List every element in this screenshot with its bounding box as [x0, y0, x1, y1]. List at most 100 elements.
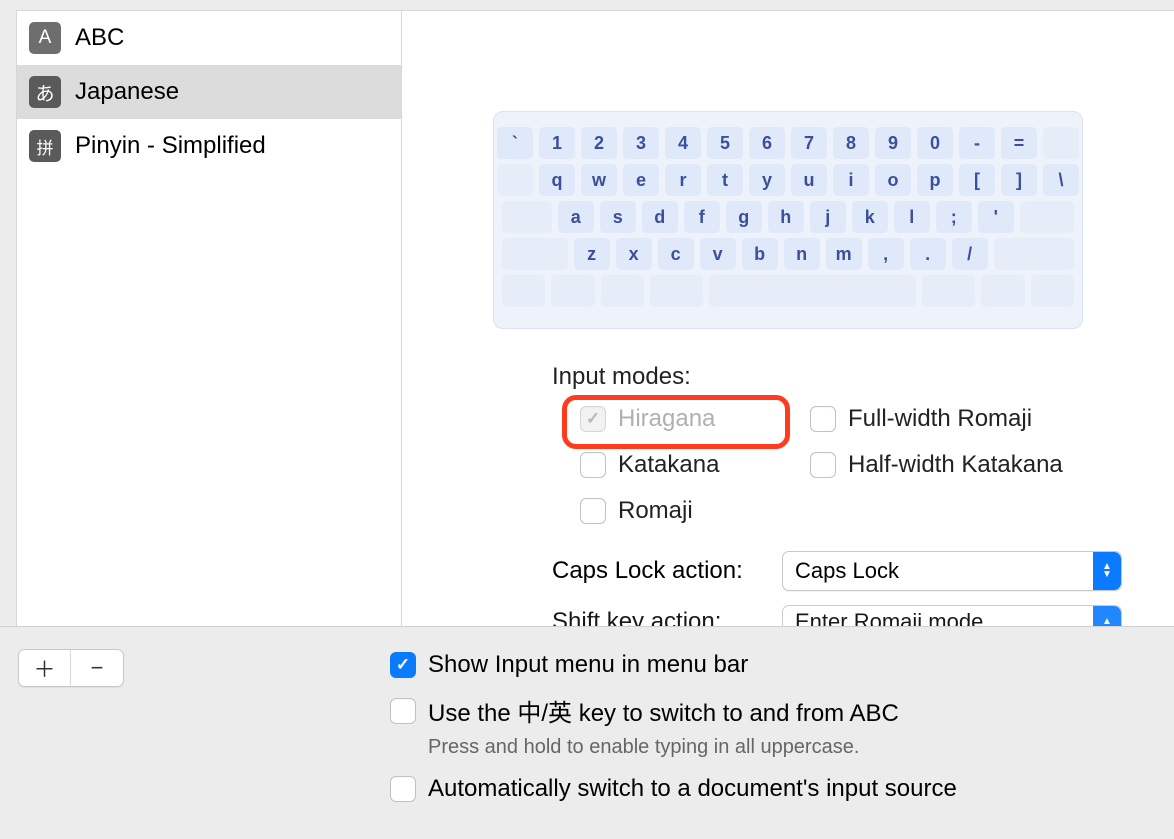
kb-key: w — [581, 164, 617, 196]
kb-key: k — [852, 201, 888, 233]
select-value: Caps Lock — [795, 558, 899, 584]
kb-key: n — [784, 238, 820, 270]
remove-button[interactable]: − — [71, 650, 123, 686]
add-button[interactable]: ＋ — [19, 650, 71, 686]
checkbox-auto-switch[interactable] — [390, 776, 416, 802]
checkbox-use-key[interactable] — [390, 698, 416, 724]
show-input-menu-row[interactable]: Show Input menu in menu bar — [390, 651, 1156, 679]
kb-key: . — [910, 238, 946, 270]
checkbox-halfwidth-katakana[interactable] — [810, 452, 836, 478]
kb-key: i — [833, 164, 869, 196]
kb-key: / — [952, 238, 988, 270]
kb-key: e — [623, 164, 659, 196]
kb-key-cmd — [650, 275, 703, 307]
kb-key: 5 — [707, 127, 743, 159]
mode-label: Romaji — [618, 497, 693, 525]
kb-key: - — [959, 127, 995, 159]
sidebar-item-japanese[interactable]: あ Japanese — [17, 65, 401, 119]
shiftkey-select[interactable]: Enter Romaji mode ▲ — [782, 605, 1122, 626]
kb-key: 8 — [833, 127, 869, 159]
kb-key: d — [642, 201, 678, 233]
kb-key-caps — [502, 201, 552, 233]
kb-key: t — [707, 164, 743, 196]
kb-key-arrow — [1031, 275, 1074, 307]
kb-key: ` — [497, 127, 533, 159]
input-source-list: A ABC あ Japanese 拼 Pinyin - Simplified — [16, 10, 402, 626]
kb-key: u — [791, 164, 827, 196]
kb-key: o — [875, 164, 911, 196]
option-label: Use the 中/英 key to switch to and from AB… — [428, 693, 899, 728]
kb-key: x — [616, 238, 652, 270]
mode-romaji-row[interactable]: Romaji — [580, 497, 810, 525]
kb-key: s — [600, 201, 636, 233]
checkbox-hiragana — [580, 406, 606, 432]
mode-label: Hiragana — [618, 405, 715, 433]
detail-pane: ` 1 2 3 4 5 6 7 8 9 0 - = q — [402, 10, 1174, 626]
kb-key: 9 — [875, 127, 911, 159]
use-key-row[interactable]: Use the 中/英 key to switch to and from AB… — [390, 693, 1156, 728]
kb-key: ; — [936, 201, 972, 233]
kb-key: \ — [1043, 164, 1079, 196]
kb-key-ctrl — [551, 275, 594, 307]
japanese-icon: あ — [29, 76, 61, 108]
mode-fullwidth-romaji-row[interactable]: Full-width Romaji — [810, 405, 1110, 433]
capslock-label: Caps Lock action: — [552, 557, 782, 585]
shiftkey-label: Shift key action: — [552, 608, 782, 626]
sidebar-item-label: Japanese — [75, 78, 179, 106]
mode-hiragana-row: Hiragana — [580, 405, 810, 433]
kb-key-backspace — [1043, 127, 1079, 159]
kb-key-opt — [601, 275, 644, 307]
option-label: Show Input menu in menu bar — [428, 651, 748, 679]
kb-key: 6 — [749, 127, 785, 159]
kb-key: a — [558, 201, 594, 233]
kb-key-tab — [497, 164, 533, 196]
auto-switch-row[interactable]: Automatically switch to a document's inp… — [390, 775, 1156, 803]
kb-key: z — [574, 238, 610, 270]
mode-katakana-row[interactable]: Katakana — [580, 451, 810, 479]
kb-key: 7 — [791, 127, 827, 159]
mode-halfwidth-katakana-row[interactable]: Half-width Katakana — [810, 451, 1110, 479]
sidebar-item-label: ABC — [75, 24, 124, 52]
checkbox-katakana[interactable] — [580, 452, 606, 478]
option-label: Automatically switch to a document's inp… — [428, 775, 957, 803]
kb-key: ] — [1001, 164, 1037, 196]
sidebar-item-label: Pinyin - Simplified — [75, 132, 266, 160]
checkbox-romaji[interactable] — [580, 498, 606, 524]
mode-label: Full-width Romaji — [848, 405, 1032, 433]
kb-key: l — [894, 201, 930, 233]
kb-key-shift — [502, 238, 568, 270]
kb-key: v — [700, 238, 736, 270]
keyboard-preview: ` 1 2 3 4 5 6 7 8 9 0 - = q — [493, 111, 1083, 329]
kb-key: p — [917, 164, 953, 196]
kb-key: 1 — [539, 127, 575, 159]
kb-key: c — [658, 238, 694, 270]
kb-key: 4 — [665, 127, 701, 159]
kb-key-space — [709, 275, 916, 307]
kb-key: = — [1001, 127, 1037, 159]
kb-key: m — [826, 238, 862, 270]
kb-key: h — [768, 201, 804, 233]
chevron-updown-icon: ▲ — [1093, 606, 1121, 626]
checkbox-show-input-menu[interactable] — [390, 652, 416, 678]
capslock-row: Caps Lock action: Caps Lock ▲▼ — [552, 551, 1124, 591]
kb-key: y — [749, 164, 785, 196]
kb-key: b — [742, 238, 778, 270]
use-key-hint: Press and hold to enable typing in all u… — [428, 736, 1156, 759]
kb-key-shift-right — [994, 238, 1074, 270]
chevron-updown-icon: ▲▼ — [1093, 552, 1121, 590]
capslock-select[interactable]: Caps Lock ▲▼ — [782, 551, 1122, 591]
select-value: Enter Romaji mode — [795, 609, 983, 626]
bottom-panel: ＋ − Show Input menu in menu bar Use the … — [0, 626, 1174, 839]
kb-key: , — [868, 238, 904, 270]
kb-key: 3 — [623, 127, 659, 159]
checkbox-fullwidth-romaji[interactable] — [810, 406, 836, 432]
input-modes-label: Input modes: — [552, 363, 1124, 391]
sidebar-item-pinyin[interactable]: 拼 Pinyin - Simplified — [17, 119, 401, 173]
kb-key: ' — [978, 201, 1014, 233]
kb-key: f — [684, 201, 720, 233]
shiftkey-row: Shift key action: Enter Romaji mode ▲ — [552, 605, 1124, 626]
mode-label: Katakana — [618, 451, 719, 479]
kb-key: j — [810, 201, 846, 233]
sidebar-item-abc[interactable]: A ABC — [17, 11, 401, 65]
kb-key: g — [726, 201, 762, 233]
